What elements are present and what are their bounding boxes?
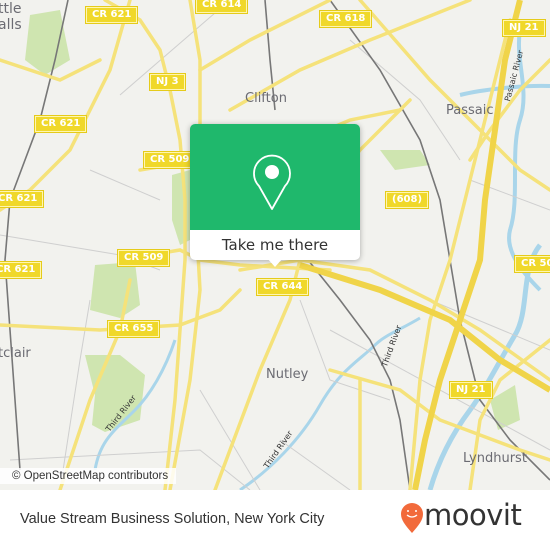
- place-label: ttle: [0, 1, 22, 17]
- location-title: Value Stream Business Solution, New York…: [20, 511, 325, 527]
- location-pin-icon: [253, 154, 291, 210]
- place-label: Nutley: [266, 367, 309, 382]
- popup-header: [190, 124, 360, 230]
- popup-pointer: [267, 258, 283, 267]
- route-shield: CR 509: [513, 255, 550, 273]
- route-shield: CR 614: [194, 0, 249, 14]
- route-shield: NJ 3: [149, 73, 186, 91]
- route-shield: CR 655: [106, 320, 161, 338]
- route-shield: CR 509: [142, 151, 197, 169]
- map-attribution[interactable]: © OpenStreetMap contributors: [0, 468, 177, 484]
- place-label: Clifton: [245, 91, 287, 106]
- route-shield: NJ 21: [502, 19, 546, 37]
- route-shield: CR 621: [33, 115, 88, 133]
- route-shield: CR 621: [84, 6, 139, 24]
- moovit-brand-text[interactable]: moovit: [424, 498, 522, 532]
- place-label: Passaic: [446, 103, 494, 118]
- route-shield: NJ 21: [449, 381, 493, 399]
- map[interactable]: CR 621 CR 614 CR 618 NJ 21 NJ 3 CR 621 C…: [0, 0, 550, 490]
- route-shield: CR 644: [255, 278, 310, 296]
- route-shield: (608): [384, 191, 430, 209]
- moovit-logo-icon[interactable]: [400, 503, 424, 535]
- route-shield: CR 618: [318, 10, 373, 28]
- route-shield: CR 621: [0, 190, 45, 208]
- place-label: alls: [0, 17, 22, 33]
- take-me-there-button[interactable]: Take me there: [190, 230, 360, 260]
- footer: Value Stream Business Solution, New York…: [0, 490, 550, 550]
- destination-popup[interactable]: Take me there: [190, 124, 360, 267]
- place-label: Lyndhurst: [463, 451, 527, 466]
- route-shield: CR 621: [0, 261, 43, 279]
- route-shield: CR 509: [116, 249, 171, 267]
- place-label: tclair: [0, 346, 31, 361]
